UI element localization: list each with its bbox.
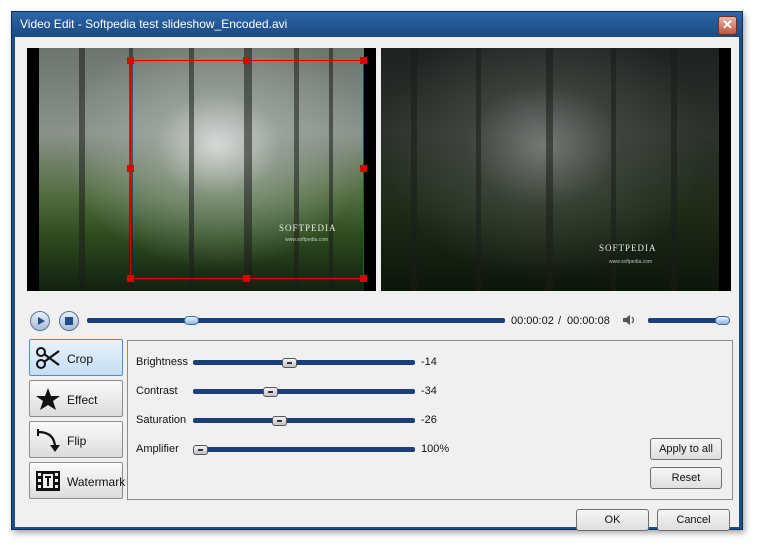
- amplifier-value: 100%: [421, 443, 450, 455]
- crop-handle[interactable]: [243, 57, 250, 64]
- close-button[interactable]: ✕: [718, 16, 737, 35]
- tab-flip-label: Flip: [67, 434, 87, 448]
- crop-handle[interactable]: [360, 275, 367, 282]
- apply-to-all-button[interactable]: Apply to all: [650, 438, 722, 460]
- tab-effect-label: Effect: [67, 393, 98, 407]
- amplifier-thumb[interactable]: [193, 445, 208, 455]
- seek-slider[interactable]: [87, 316, 505, 325]
- tab-watermark[interactable]: Watermark: [29, 462, 126, 499]
- crop-handle[interactable]: [360, 165, 367, 172]
- saturation-slider[interactable]: [193, 416, 415, 426]
- contrast-slider[interactable]: [193, 387, 415, 397]
- total-time: 00:00:08: [567, 315, 610, 327]
- result-preview: SOFTPEDIA www.softpedia.com: [381, 48, 731, 291]
- adjustment-panel: Brightness -14 Contrast -34 Saturation -…: [127, 340, 733, 500]
- video-edit-window: Video Edit - Softpedia test slideshow_En…: [11, 11, 743, 531]
- cancel-button[interactable]: Cancel: [657, 509, 730, 531]
- saturation-label: Saturation: [136, 414, 187, 426]
- forest-image-result: SOFTPEDIA www.softpedia.com: [381, 48, 719, 291]
- contrast-thumb[interactable]: [263, 387, 278, 397]
- flip-arrow-icon: [37, 429, 60, 452]
- dialog-body: SOFTPEDIA www.softpedia.com SOFTPEDIA ww…: [15, 37, 739, 531]
- title-bar[interactable]: Video Edit - Softpedia test slideshow_En…: [12, 12, 742, 37]
- volume-slider[interactable]: [648, 316, 730, 325]
- play-button[interactable]: [30, 311, 50, 331]
- result-watermark: SOFTPEDIA: [599, 243, 657, 253]
- tab-effect[interactable]: Effect: [29, 380, 123, 417]
- reset-button[interactable]: Reset: [650, 467, 722, 489]
- window-title: Video Edit - Softpedia test slideshow_En…: [20, 17, 288, 31]
- tab-crop-label: Crop: [67, 352, 94, 366]
- time-separator: /: [558, 315, 562, 327]
- saturation-value: -26: [421, 414, 437, 426]
- scissors-icon: [36, 347, 60, 369]
- tab-crop[interactable]: Crop: [29, 339, 123, 376]
- brightness-thumb[interactable]: [282, 358, 297, 368]
- stop-button[interactable]: [59, 311, 79, 331]
- crop-handle[interactable]: [127, 165, 134, 172]
- current-time: 00:00:02: [511, 315, 554, 327]
- ok-button[interactable]: OK: [576, 509, 649, 531]
- amplifier-slider[interactable]: [193, 445, 415, 455]
- result-watermark-url: www.softpedia.com: [609, 259, 653, 265]
- amplifier-label: Amplifier: [136, 443, 179, 455]
- crop-handle[interactable]: [360, 57, 367, 64]
- brightness-slider[interactable]: [193, 358, 415, 368]
- brightness-value: -14: [421, 356, 437, 368]
- saturation-thumb[interactable]: [272, 416, 287, 426]
- tab-watermark-label: Watermark: [67, 475, 126, 489]
- brightness-label: Brightness: [136, 356, 188, 368]
- tab-flip[interactable]: Flip: [29, 421, 123, 458]
- star-icon: [36, 388, 60, 410]
- contrast-value: -34: [421, 385, 437, 397]
- seek-thumb[interactable]: [184, 316, 199, 325]
- volume-thumb[interactable]: [715, 316, 730, 325]
- crop-handle[interactable]: [127, 275, 134, 282]
- crop-frame[interactable]: [127, 57, 367, 282]
- source-preview[interactable]: SOFTPEDIA www.softpedia.com: [27, 48, 376, 291]
- crop-handle[interactable]: [127, 57, 134, 64]
- contrast-label: Contrast: [136, 385, 178, 397]
- watermark-film-icon: [36, 471, 60, 491]
- speaker-icon[interactable]: [622, 314, 636, 326]
- crop-handle[interactable]: [243, 275, 250, 282]
